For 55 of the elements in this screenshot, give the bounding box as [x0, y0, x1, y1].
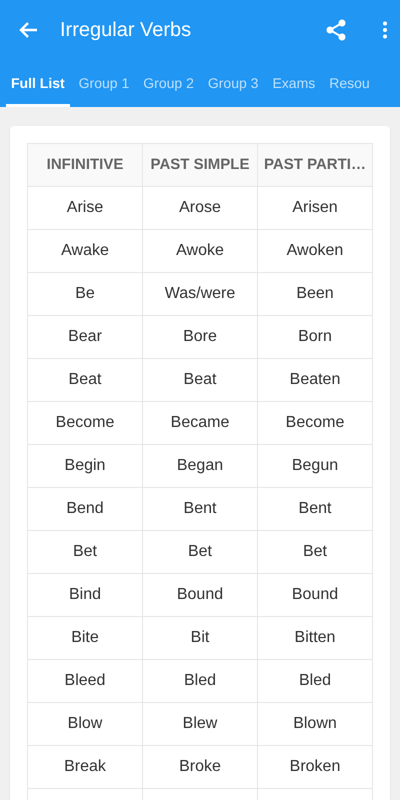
table-cell: Beat: [28, 358, 142, 402]
tab[interactable]: Resou: [322, 60, 377, 107]
table-cell: Broke: [142, 746, 258, 788]
table-cell: Awoke: [142, 230, 258, 272]
table-cell: Awake: [28, 230, 142, 272]
back-icon[interactable]: [18, 21, 38, 39]
table-cell: Blow: [28, 702, 142, 746]
table-cell: Began: [142, 444, 258, 488]
table-cell: Blown: [258, 702, 372, 746]
table-cell: Bend: [28, 488, 142, 530]
column-header: INFINITIVE: [28, 144, 142, 186]
table-cell: Become: [258, 402, 372, 444]
table-cell: Blew: [142, 702, 258, 746]
table-cell: Arisen: [258, 186, 372, 230]
tab[interactable]: Full List: [4, 60, 72, 107]
table-cell: Bent: [142, 488, 258, 530]
table-cell: Beat: [142, 358, 258, 402]
table-cell: Bind: [28, 574, 142, 616]
table-cell: Arose: [142, 186, 258, 230]
table-cell: Awoken: [258, 230, 372, 272]
tab[interactable]: Exams: [265, 60, 322, 107]
table-cell: Was/were: [142, 272, 258, 316]
table-cell: Been: [258, 272, 372, 316]
table-cell: Bleed: [28, 660, 142, 702]
more-options-icon[interactable]: [382, 21, 388, 39]
table-cell: Bear: [28, 316, 142, 358]
table-cell: Born: [258, 316, 372, 358]
table-cell: Broken: [258, 746, 372, 788]
table-cell: Begin: [28, 444, 142, 488]
column-header: PAST SIMPLE: [142, 144, 258, 186]
table-cell: Bet: [142, 530, 258, 574]
table-cell: Break: [28, 746, 142, 788]
tab[interactable]: Group 2: [136, 60, 201, 107]
table-cell: Bled: [258, 660, 372, 702]
table-cell: Be: [28, 272, 142, 316]
table-cell: Begun: [258, 444, 372, 488]
table-cell: Bound: [142, 574, 258, 616]
table-cell: Bit: [142, 616, 258, 660]
table-cell: Bore: [142, 316, 258, 358]
table-cell: Became: [142, 402, 258, 444]
table-cell: Bet: [258, 530, 372, 574]
tab[interactable]: Group 3: [200, 60, 266, 107]
table-cell: Bet: [28, 530, 142, 574]
table-cell: Beaten: [258, 358, 372, 402]
table-cell: Become: [28, 402, 142, 444]
table-cell: Bound: [258, 574, 372, 616]
tab[interactable]: Group 1: [72, 60, 136, 107]
app-title: Irregular Verbs: [60, 18, 192, 43]
table-cell: Bite: [28, 616, 142, 660]
table-cell: Bled: [142, 660, 258, 702]
table-cell: Bent: [258, 488, 372, 530]
share-icon[interactable]: [326, 19, 346, 41]
column-header: PAST PARTI…: [258, 144, 372, 186]
table-cell: Bitten: [258, 616, 372, 660]
table-cell: Arise: [28, 186, 142, 230]
